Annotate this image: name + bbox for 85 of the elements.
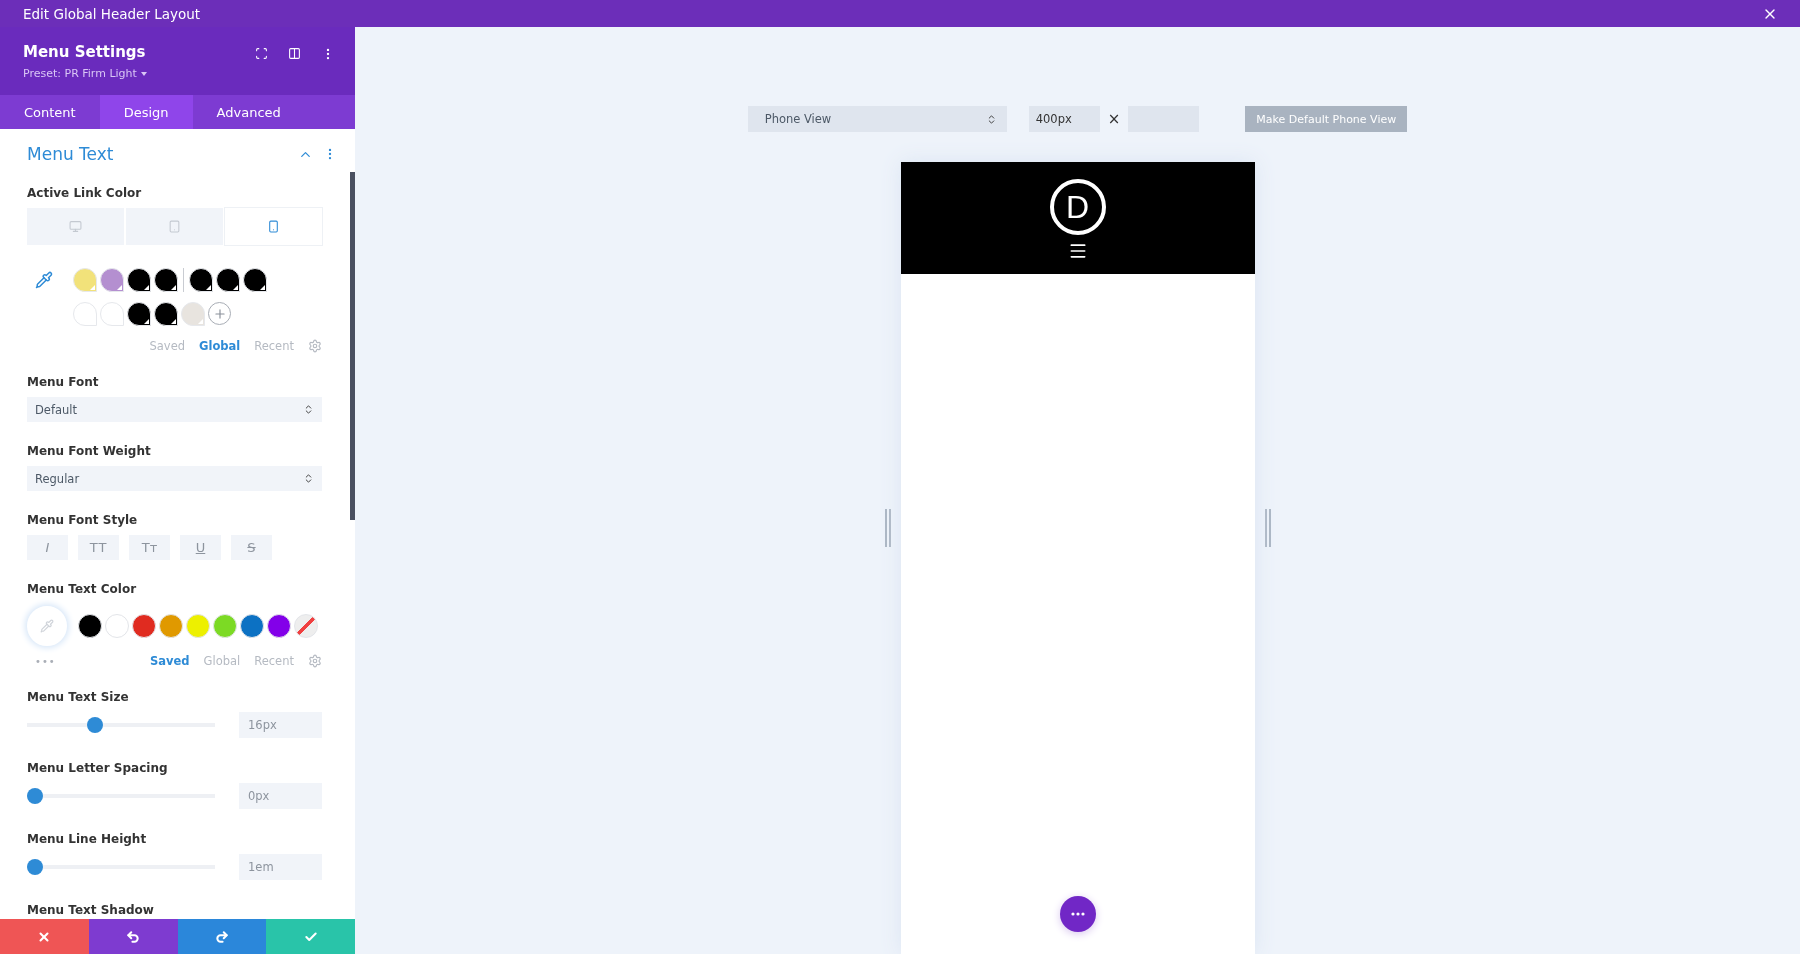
logo: D [1049,179,1106,235]
section-title[interactable]: Menu Text [27,144,114,164]
tablet-icon [168,220,181,233]
font-style-button[interactable]: U [180,535,221,560]
palette-tab[interactable]: Global [203,654,241,668]
color-swatch[interactable] [127,302,151,326]
select-field[interactable]: Regular [27,466,322,491]
color-swatch[interactable] [105,614,129,638]
color-swatch[interactable] [73,302,97,326]
field-label: Menu Text Shadow [27,903,155,917]
color-swatch[interactable] [243,268,267,292]
desktop-icon [69,220,82,233]
color-swatch[interactable] [181,302,205,326]
font-style-button[interactable]: I [27,535,68,560]
updown-icon [303,473,314,484]
color-swatch[interactable] [240,614,264,638]
resize-handle[interactable] [1264,509,1271,547]
slider-thumb[interactable] [87,717,104,733]
slider-thumb[interactable] [27,788,43,804]
scrollbar-thumb[interactable] [350,172,355,520]
split-view-icon[interactable] [288,47,301,60]
caret-icon [140,72,147,76]
times-sign: × [1107,110,1121,128]
field-label: Menu Letter Spacing [27,761,169,775]
color-swatch[interactable] [100,302,124,326]
panel-tab[interactable]: Design [99,95,193,129]
font-style-button[interactable]: S [231,535,272,560]
field-label: Menu Font [27,375,100,389]
color-swatch[interactable] [154,302,178,326]
color-swatch[interactable] [127,268,151,292]
preset-dropdown[interactable]: Preset: PR Firm Light [23,67,147,80]
width-field[interactable]: 400px [1028,106,1100,132]
field-label: Active Link Color [27,186,143,200]
expand-icon[interactable] [255,47,268,60]
add-color-button[interactable] [208,302,231,325]
color-swatch[interactable] [132,614,156,638]
color-swatch[interactable] [100,268,124,292]
palette-tab[interactable]: Recent [254,654,294,668]
field-label: Menu Font Style [27,513,139,527]
window-title: Edit Global Header Layout [23,5,201,22]
field-label: Menu Line Height [27,832,148,846]
field-label: Menu Font Weight [27,444,152,458]
panel-title: Menu Settings [23,43,147,61]
plus-icon [212,306,227,321]
settings-icon[interactable] [308,339,322,353]
phone-icon [267,220,280,233]
check-icon [303,929,318,944]
more-button[interactable]: ••• [27,655,56,667]
current-color-button[interactable] [27,606,67,646]
panel-tab[interactable]: Advanced [192,95,305,129]
color-swatch[interactable] [216,268,240,292]
undo-icon [126,929,141,944]
updown-icon [303,404,314,415]
font-style-button[interactable]: TT [78,535,119,560]
color-swatch[interactable] [78,614,102,638]
value-field[interactable]: 16px [239,712,322,738]
font-style-button[interactable]: Tᴛ [129,535,170,560]
ellipsis-icon [1070,912,1085,916]
color-swatch[interactable] [154,268,178,292]
color-swatch[interactable] [267,614,291,638]
undo-button[interactable] [88,919,178,954]
redo-icon [214,929,229,944]
color-swatch[interactable] [186,614,210,638]
color-swatch[interactable] [213,614,237,638]
color-swatch[interactable] [73,268,97,292]
view-select[interactable]: Phone View [747,106,1007,132]
palette-tab[interactable]: Recent [254,339,294,353]
slider-thumb[interactable] [27,859,43,875]
color-swatch[interactable] [189,268,213,292]
palette-tab[interactable]: Saved [149,339,186,353]
value-field[interactable]: 1em [239,854,322,880]
select-field[interactable]: Default [27,397,322,422]
palette-tab[interactable]: Saved [150,654,190,668]
resize-handle[interactable] [884,509,891,547]
settings-icon[interactable] [308,654,322,668]
panel-tab[interactable]: Content [0,95,100,129]
field-label: Menu Text Color [27,582,138,596]
field-label: Menu Text Size [27,690,130,704]
no-color-swatch[interactable] [294,614,318,638]
close-icon [37,929,52,944]
color-swatch[interactable] [159,614,183,638]
value-field[interactable]: 0px [239,783,322,809]
palette-tab[interactable]: Global [199,339,241,353]
more-button[interactable] [1059,896,1096,932]
eyedropper-icon [40,619,54,633]
